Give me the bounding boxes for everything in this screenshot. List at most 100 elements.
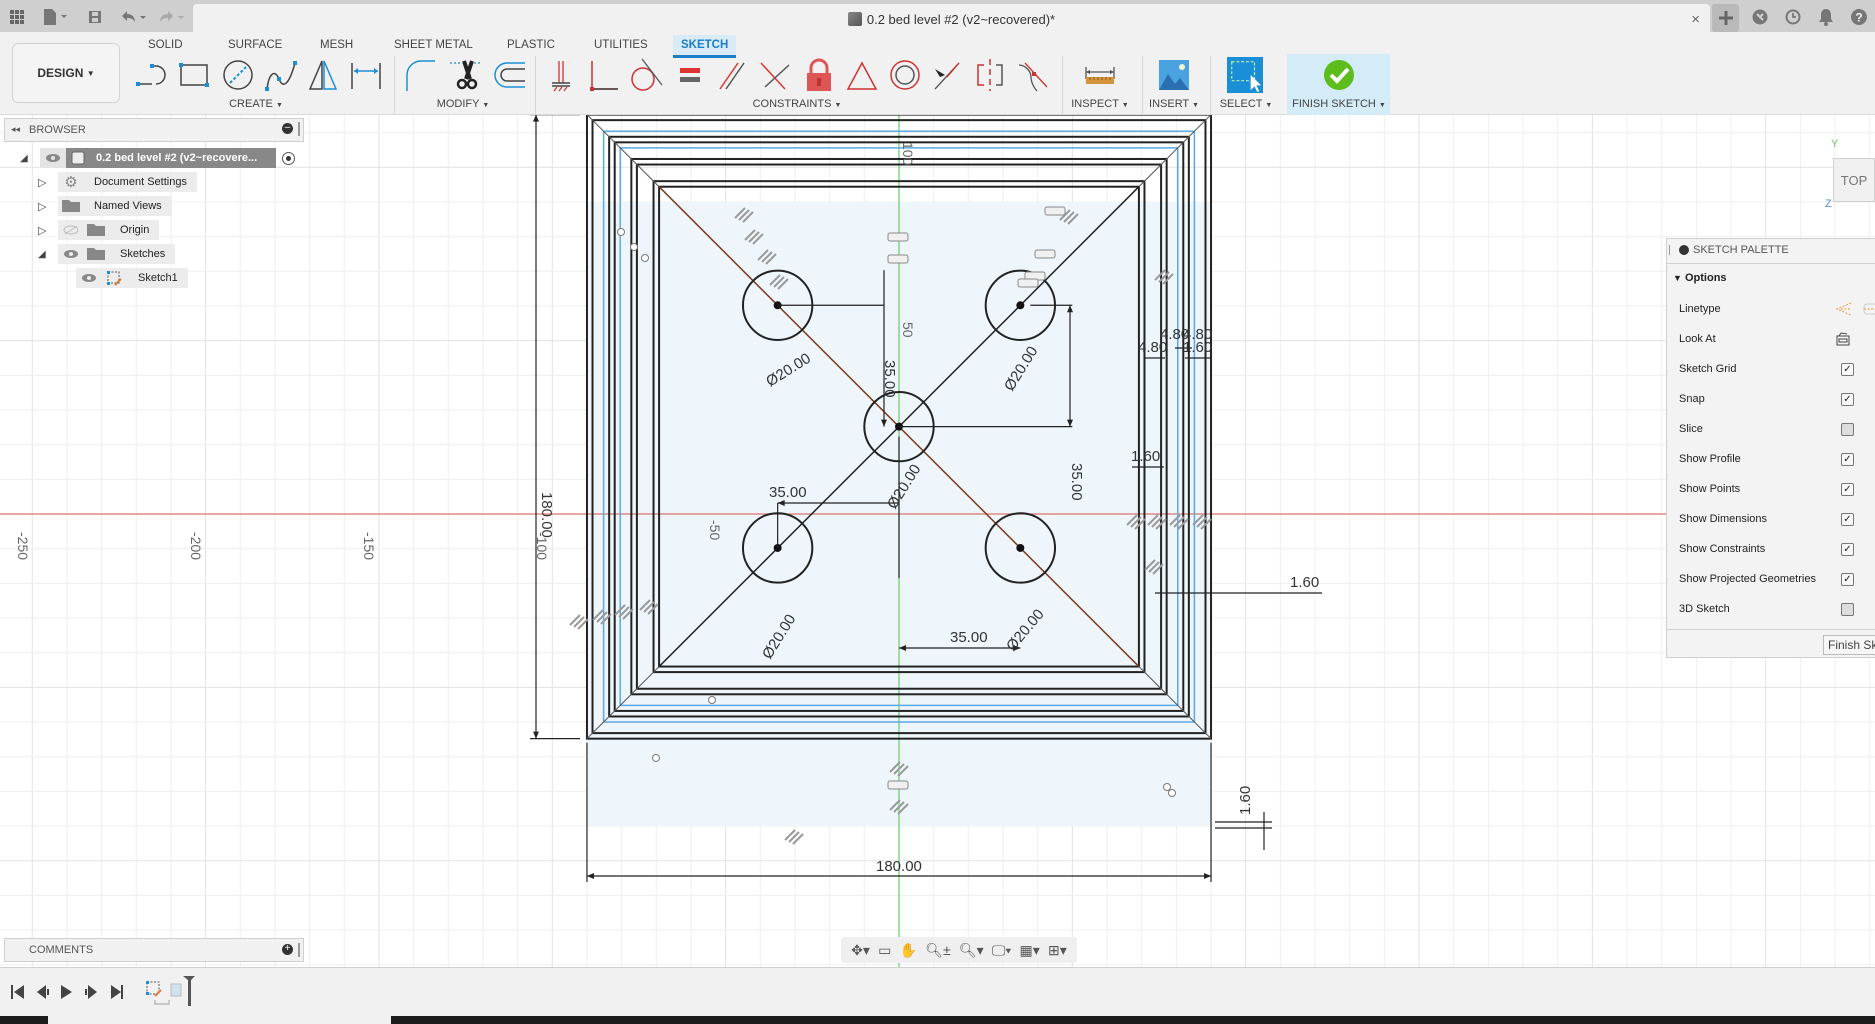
slice-checkbox[interactable] xyxy=(1841,422,1854,436)
workspace-switcher-button[interactable]: DESIGN ▼ xyxy=(12,43,120,103)
fix-constraint-icon[interactable] xyxy=(543,57,579,93)
go-to-start-icon[interactable] xyxy=(11,985,24,999)
undo-icon[interactable] xyxy=(116,6,150,28)
extensions-icon[interactable] xyxy=(1749,6,1771,28)
taskbar-window-item[interactable] xyxy=(48,1016,391,1024)
notifications-bell-icon[interactable] xyxy=(1815,6,1837,28)
dimension-wall[interactable]: 1.60 xyxy=(1183,339,1212,356)
mirror-tool-icon[interactable] xyxy=(306,57,342,93)
snap-checkbox[interactable]: ✓ xyxy=(1841,392,1854,406)
dimension-overall-width[interactable]: 180.00 xyxy=(876,858,922,875)
document-tab[interactable]: 0.2 bed level #2 (v2~recovered)* × xyxy=(193,4,1710,34)
coincident-constraint-icon[interactable] xyxy=(586,57,622,93)
tab-surface[interactable]: SURFACE xyxy=(220,35,290,55)
show-profile-checkbox[interactable]: ✓ xyxy=(1841,452,1854,466)
triangle-constraint-icon[interactable] xyxy=(844,57,880,93)
dimension-wall[interactable]: 1.60 xyxy=(1290,574,1319,591)
rectangle-tool-icon[interactable] xyxy=(176,57,212,93)
centerline-linetype-icon[interactable] xyxy=(1862,301,1875,320)
dimension-offset-horizontal-left[interactable]: 35.00 xyxy=(769,484,807,501)
dimension-overall-height[interactable]: 180.00 xyxy=(538,492,555,538)
dimension-offset-vertical-top[interactable]: 35.00 xyxy=(881,360,898,398)
show-projected-geometries-checkbox[interactable]: ✓ xyxy=(1841,572,1854,586)
new-tab-button[interactable] xyxy=(1712,4,1739,32)
dimension-offset-horizontal-bottom[interactable]: 35.00 xyxy=(950,629,988,646)
select-tool-icon[interactable] xyxy=(1227,57,1265,95)
viewcube[interactable]: TOP xyxy=(1833,158,1875,202)
browser-item-sketches[interactable]: ◢ Sketches xyxy=(38,244,176,264)
hidden-eye-icon[interactable] xyxy=(58,225,84,235)
panel-resize-handle[interactable] xyxy=(298,943,300,957)
tab-solid[interactable]: SOLID xyxy=(140,35,191,55)
browser-item-document-settings[interactable]: ▷ ⚙ Document Settings xyxy=(38,172,197,192)
equal-constraint-icon[interactable] xyxy=(672,57,708,93)
close-tab-icon[interactable]: × xyxy=(1691,11,1700,28)
display-settings-icon[interactable]: 🖵▾ xyxy=(992,942,1011,959)
dimension-wall[interactable]: 1.60 xyxy=(1237,786,1254,815)
app-grid-icon[interactable] xyxy=(6,6,28,28)
zoom-window-icon[interactable]: 🔍︎▾ xyxy=(959,942,984,959)
collapse-panel-icon[interactable]: ◂◂ xyxy=(11,124,20,135)
tab-mesh[interactable]: MESH xyxy=(312,35,361,55)
construction-linetype-icon[interactable] xyxy=(1835,301,1853,320)
redo-icon[interactable] xyxy=(156,6,190,28)
concentric-constraint-icon[interactable] xyxy=(887,57,923,93)
look-at-icon[interactable] xyxy=(1835,331,1851,350)
visibility-eye-icon[interactable] xyxy=(58,249,84,259)
tab-sheet-metal[interactable]: SHEET METAL xyxy=(386,35,481,55)
finish-checkmark-icon[interactable] xyxy=(1321,57,1357,93)
dimension-tool-icon[interactable] xyxy=(348,57,384,93)
offset-tool-icon[interactable] xyxy=(491,57,527,93)
line-tool-icon[interactable] xyxy=(134,57,170,93)
palette-collapse-icon[interactable] xyxy=(1679,245,1689,255)
symmetry-constraint-icon[interactable] xyxy=(972,57,1008,93)
panel-resize-handle[interactable] xyxy=(298,122,300,136)
finish-sketch-menu[interactable]: FINISH SKETCH ▼ xyxy=(1291,98,1387,110)
create-menu[interactable]: CREATE ▼ xyxy=(226,98,286,110)
insert-image-icon[interactable] xyxy=(1156,57,1192,93)
inspect-menu[interactable]: INSPECT ▼ xyxy=(1068,98,1132,110)
dimension-offset-vertical-right[interactable]: 35.00 xyxy=(1068,463,1085,501)
next-step-icon[interactable] xyxy=(85,985,97,999)
options-section-header[interactable]: ▼ Options xyxy=(1673,272,1727,284)
orbit-icon[interactable]: ✥▾ xyxy=(851,942,870,959)
browser-item-named-views[interactable]: ▷ Named Views xyxy=(38,196,172,216)
viewcube-face-top[interactable]: TOP xyxy=(1841,173,1868,188)
palette-drag-handle[interactable] xyxy=(1669,245,1671,255)
sketch-viewport[interactable]: -250 -200 -150 -100 -50 100 50 180.00 18… xyxy=(0,115,1875,967)
sketch-canvas[interactable]: -250 -200 -150 -100 -50 100 50 180.00 18… xyxy=(0,115,1875,967)
insert-menu[interactable]: INSERT ▼ xyxy=(1148,98,1200,110)
measure-ruler-icon[interactable] xyxy=(1082,57,1118,93)
play-icon[interactable] xyxy=(61,985,72,999)
save-icon[interactable] xyxy=(84,6,106,28)
show-constraints-checkbox[interactable]: ✓ xyxy=(1841,542,1854,556)
browser-item-sketch1[interactable]: Sketch1 xyxy=(76,268,188,288)
previous-step-icon[interactable] xyxy=(37,985,49,999)
activate-radio-icon[interactable] xyxy=(282,151,295,165)
tab-sketch[interactable]: SKETCH xyxy=(673,35,737,58)
go-to-end-icon[interactable] xyxy=(111,985,123,999)
fillet-tool-icon[interactable] xyxy=(403,57,439,93)
grid-settings-icon[interactable]: ▦▾ xyxy=(1020,942,1040,959)
spline-tool-icon[interactable] xyxy=(263,57,299,93)
constraints-menu[interactable]: CONSTRAINTS ▼ xyxy=(752,98,842,110)
tab-plastic[interactable]: PLASTIC xyxy=(499,35,563,55)
browser-root-item[interactable]: ◢ 0.2 bed level #2 (v2~recovere... xyxy=(20,148,295,168)
add-comment-icon[interactable]: + xyxy=(282,944,293,955)
tree-collapsed-icon[interactable]: ▷ xyxy=(38,224,52,237)
midpoint-constraint-icon[interactable] xyxy=(929,57,965,93)
file-menu-icon[interactable] xyxy=(40,6,72,28)
tree-collapsed-icon[interactable]: ▷ xyxy=(38,200,52,213)
sketch-grid-checkbox[interactable]: ✓ xyxy=(1841,362,1854,376)
pan-hand-icon[interactable]: ✋ xyxy=(900,942,917,959)
help-icon[interactable]: ? xyxy=(1848,6,1870,28)
browser-item-origin[interactable]: ▷ Origin xyxy=(38,220,160,240)
tab-utilities[interactable]: UTILITIES xyxy=(586,35,656,55)
parallel-constraint-icon[interactable] xyxy=(714,57,750,93)
root-component[interactable]: 0.2 bed level #2 (v2~recovere... xyxy=(66,148,276,168)
circle-tool-icon[interactable] xyxy=(220,57,256,93)
select-menu[interactable]: SELECT ▼ xyxy=(1218,98,1274,110)
visibility-eye-icon[interactable] xyxy=(76,273,102,283)
perpendicular-constraint-icon[interactable] xyxy=(757,57,793,93)
trim-scissors-icon[interactable] xyxy=(448,57,484,93)
